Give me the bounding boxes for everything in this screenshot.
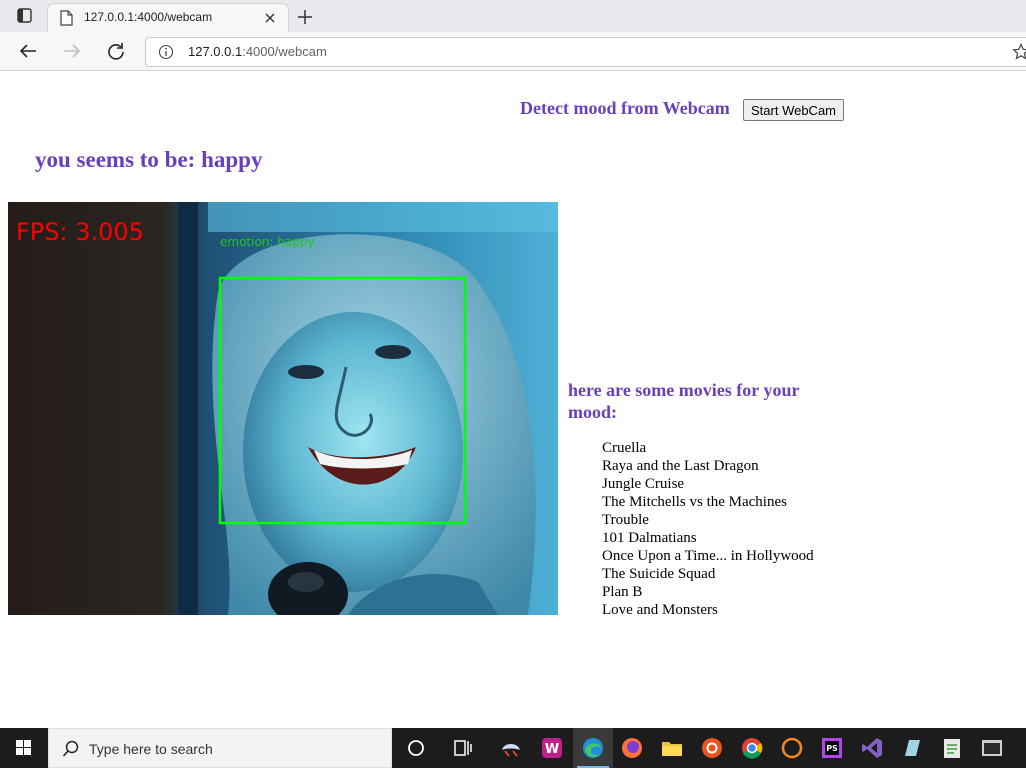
url-host: 127.0.0.1 [188, 44, 243, 59]
start-button[interactable] [0, 728, 48, 768]
taskbar-app-visual-studio[interactable] [852, 728, 892, 768]
webcam-feed: emotion: happy FPS: 3.005 [8, 202, 558, 615]
taskbar-app-eclipse[interactable] [772, 728, 812, 768]
detect-mood-heading: Detect mood from Webcam [520, 98, 730, 118]
mood-result-heading: you seems to be: happy [35, 147, 263, 172]
svg-text:W: W [545, 742, 559, 757]
emotion-label: emotion: happy [220, 235, 315, 249]
site-info-icon[interactable] [158, 44, 174, 60]
tab-actions-button[interactable] [8, 6, 38, 26]
movie-item: Cruella [602, 440, 647, 456]
back-icon[interactable] [18, 42, 38, 60]
taskbar-app-file-explorer[interactable] [652, 728, 692, 768]
windows-taskbar: Type here to search W PS [0, 728, 1026, 768]
movie-item: 101 Dalmatians [602, 530, 697, 546]
taskbar-app-firefox[interactable] [612, 728, 652, 768]
webcam-frame-image: emotion: happy FPS: 3.005 [8, 202, 558, 615]
taskbar-app-generic-1[interactable] [892, 728, 932, 768]
movie-item: The Suicide Squad [602, 566, 716, 582]
favorite-star-icon[interactable] [1012, 43, 1026, 61]
browser-toolbar: 127.0.0.1:4000/webcam [0, 32, 1026, 71]
search-icon [62, 740, 79, 757]
page-favicon-icon [60, 10, 73, 26]
page-content: Detect mood from Webcam Start WebCam you… [0, 71, 1026, 728]
widgets-button[interactable] [443, 728, 483, 768]
movie-item: Once Upon a Time... in Hollywood [602, 548, 814, 564]
movies-heading: here are some movies for your mood: [568, 380, 800, 422]
taskbar-app-edge[interactable] [573, 728, 613, 768]
windows-logo-icon [16, 740, 31, 755]
svg-text:PS: PS [826, 744, 838, 753]
folder-icon [662, 742, 682, 756]
tab-actions-icon [17, 8, 32, 23]
game-app-icon [502, 744, 520, 757]
browser-tab-strip: 127.0.0.1:4000/webcam [0, 0, 1026, 32]
movie-item: Raya and the Last Dragon [602, 458, 759, 474]
movie-item: The Mitchells vs the Machines [602, 494, 787, 510]
forward-icon[interactable] [62, 42, 82, 60]
url-text: 127.0.0.1:4000/webcam [188, 44, 327, 59]
movie-list: Cruella Raya and the Last Dragon Jungle … [602, 439, 814, 619]
taskbar-app-phpstorm[interactable]: PS [812, 728, 852, 768]
ubuntu-icon [702, 738, 722, 758]
refresh-icon[interactable] [106, 42, 126, 60]
taskbar-app-ubuntu[interactable] [692, 728, 732, 768]
firefox-icon [622, 738, 642, 758]
url-path: :4000/webcam [242, 44, 327, 59]
new-tab-icon[interactable] [296, 8, 314, 26]
widgets-icon [454, 740, 472, 756]
taskbar-app-game[interactable] [491, 728, 531, 768]
terminal-app-icon [982, 740, 1002, 756]
winamp-app-icon: W [542, 738, 562, 758]
task-view-button[interactable] [396, 728, 436, 768]
edge-browser-icon [583, 738, 603, 758]
fps-counter: FPS: 3.005 [16, 218, 144, 246]
visual-studio-icon [862, 738, 882, 758]
movie-item: Love and Monsters [602, 602, 718, 618]
eclipse-icon [781, 737, 803, 759]
movie-item: Plan B [602, 584, 643, 600]
chrome-icon [742, 738, 763, 759]
phpstorm-icon: PS [822, 738, 842, 758]
app-icon [905, 740, 920, 756]
browser-tab[interactable]: 127.0.0.1:4000/webcam [48, 4, 288, 32]
taskbar-app-generic-2[interactable] [932, 728, 972, 768]
taskbar-app-generic-3[interactable] [972, 728, 1012, 768]
movie-item: Trouble [602, 512, 649, 528]
taskbar-search-box[interactable]: Type here to search [48, 728, 392, 768]
search-placeholder: Type here to search [89, 741, 213, 757]
taskbar-app-winamp[interactable]: W [532, 728, 572, 768]
taskbar-app-chrome[interactable] [732, 728, 772, 768]
address-bar[interactable]: 127.0.0.1:4000/webcam [145, 37, 1026, 67]
notepad-app-icon [944, 739, 960, 758]
movie-item: Jungle Cruise [602, 476, 685, 492]
tab-title: 127.0.0.1:4000/webcam [84, 10, 213, 24]
start-webcam-button[interactable]: Start WebCam [743, 99, 845, 121]
close-tab-icon[interactable] [264, 12, 276, 24]
task-view-icon [408, 740, 424, 756]
